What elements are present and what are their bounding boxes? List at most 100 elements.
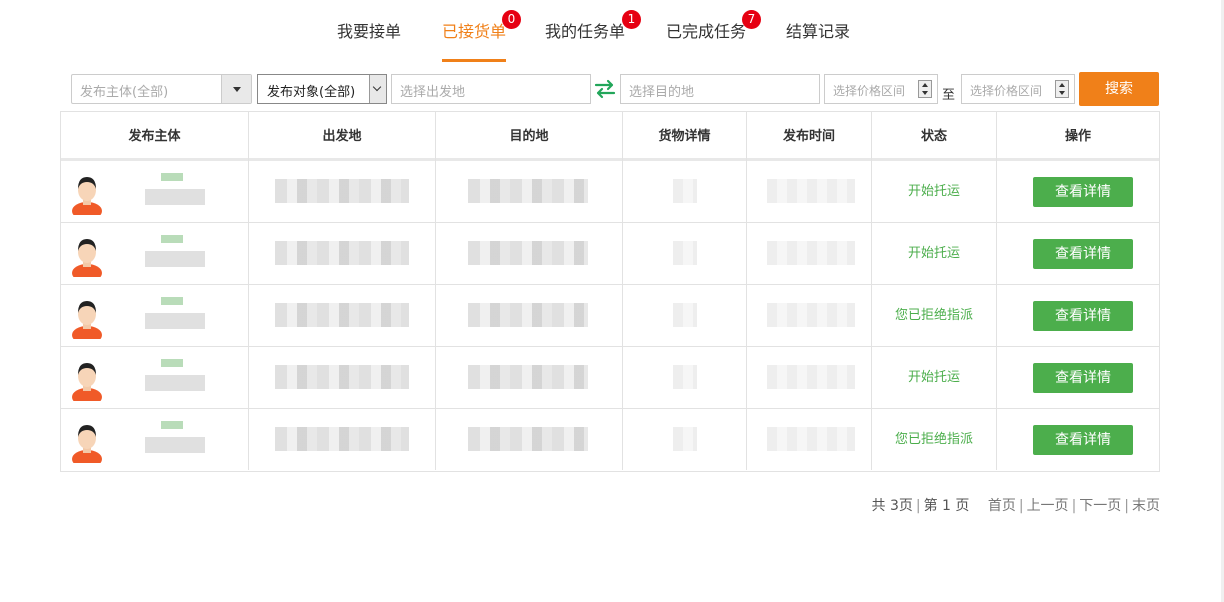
destination-input-placeholder: 选择目的地 (629, 85, 695, 100)
filter-bar: 发布主体(全部) 发布对象(全部) 选择出发地 选择目的地 选择价格区间 至 选… (0, 72, 1224, 108)
cell-action: 查看详情 (997, 223, 1159, 284)
redacted-destination (468, 365, 588, 389)
redacted-cargo (673, 241, 697, 265)
publisher-name-redacted (145, 235, 207, 271)
table-row: 您已拒绝指派 查看详情 (61, 285, 1159, 347)
price-range-separator: 至 (942, 88, 956, 103)
view-details-button[interactable]: 查看详情 (1033, 177, 1133, 207)
tab-accepted-orders[interactable]: 已接货单 (442, 18, 506, 42)
redacted-time (767, 365, 855, 389)
tab-settlement-records[interactable]: 结算记录 (786, 18, 850, 42)
redacted-origin (275, 427, 409, 451)
cell-destination (436, 161, 623, 222)
first-page-link[interactable]: 首页 (988, 498, 1016, 514)
avatar (71, 421, 103, 468)
cell-origin (249, 161, 436, 222)
publisher-select[interactable]: 发布主体(全部) (71, 74, 252, 104)
status-text: 您已拒绝指派 (872, 285, 997, 346)
redacted-destination (468, 179, 588, 203)
avatar (71, 297, 103, 344)
destination-input[interactable]: 选择目的地 (620, 74, 820, 104)
publisher-name-redacted (145, 421, 207, 457)
table-row: 开始托运 查看详情 (61, 223, 1159, 285)
cell-action: 查看详情 (997, 161, 1159, 222)
cell-time (747, 285, 872, 346)
view-details-button[interactable]: 查看详情 (1033, 239, 1133, 269)
cell-destination (436, 285, 623, 346)
redacted-destination (468, 303, 588, 327)
price-min-placeholder: 选择价格区间 (833, 84, 906, 98)
cell-origin (249, 347, 436, 408)
next-page-link[interactable]: 下一页 (1079, 498, 1121, 514)
view-details-button[interactable]: 查看详情 (1033, 301, 1133, 331)
view-details-button[interactable]: 查看详情 (1033, 425, 1133, 455)
cell-publisher (61, 409, 249, 470)
header-destination: 目的地 (436, 112, 623, 161)
cell-destination (436, 223, 623, 284)
redacted-time (767, 427, 855, 451)
origin-input-placeholder: 选择出发地 (400, 85, 466, 100)
tab-accept-orders[interactable]: 我要接单 (337, 18, 401, 42)
view-details-button[interactable]: 查看详情 (1033, 363, 1133, 393)
status-text: 您已拒绝指派 (872, 409, 997, 470)
avatar (71, 173, 103, 220)
tab-completed-tasks[interactable]: 已完成任务 (666, 18, 746, 42)
avatar (71, 359, 103, 406)
spinner-icon[interactable] (918, 80, 932, 98)
redacted-destination (468, 241, 588, 265)
header-cargo-details: 货物详情 (623, 112, 747, 161)
prev-page-link[interactable]: 上一页 (1027, 498, 1069, 514)
cell-publisher (61, 223, 249, 284)
cell-time (747, 409, 872, 470)
pagination: 共 3页 | 第 1 页 首页 | 上一页 | 下一页 | 末页 (871, 498, 1161, 514)
cell-time (747, 223, 872, 284)
chevron-down-icon[interactable] (369, 75, 386, 103)
chevron-down-icon[interactable] (221, 75, 251, 103)
spinner-icon[interactable] (1055, 80, 1069, 98)
last-page-link[interactable]: 末页 (1132, 498, 1160, 514)
active-tab-indicator (442, 59, 506, 62)
publisher-name-redacted (145, 359, 207, 395)
redacted-time (767, 241, 855, 265)
table-row: 开始托运 查看详情 (61, 161, 1159, 223)
status-text: 开始托运 (872, 223, 997, 284)
swap-arrows-icon[interactable] (593, 78, 617, 100)
price-max-input[interactable]: 选择价格区间 (961, 74, 1075, 104)
publisher-name-redacted (145, 173, 207, 209)
status-text: 开始托运 (872, 161, 997, 222)
table-row: 开始托运 查看详情 (61, 347, 1159, 409)
tab-completed-tasks-badge: 7 (742, 10, 761, 29)
table-header: 发布主体 出发地 目的地 货物详情 发布时间 状态 操作 (61, 112, 1159, 161)
tab-accepted-orders-badge: 0 (502, 10, 521, 29)
cell-destination (436, 347, 623, 408)
cell-destination (436, 409, 623, 470)
redacted-origin (275, 241, 409, 265)
header-action: 操作 (1064, 129, 1091, 144)
redacted-origin (275, 365, 409, 389)
cell-publisher (61, 161, 249, 222)
cell-time (747, 347, 872, 408)
total-pages: 共 3页 (871, 498, 913, 514)
target-select[interactable]: 发布对象(全部) (257, 74, 387, 104)
search-button[interactable]: 搜索 (1079, 72, 1159, 106)
tab-my-tasks-badge: 1 (622, 10, 641, 29)
cell-origin (249, 409, 436, 470)
redacted-time (767, 179, 855, 203)
tab-bar: 我要接单 已接货单 0 我的任务单 1 已完成任务 7 结算记录 (0, 0, 1224, 62)
redacted-cargo (673, 427, 697, 451)
price-max-placeholder: 选择价格区间 (970, 84, 1043, 98)
cell-cargo (623, 285, 747, 346)
cell-origin (249, 285, 436, 346)
avatar (71, 235, 103, 282)
tab-my-tasks[interactable]: 我的任务单 (545, 18, 625, 42)
table-row: 您已拒绝指派 查看详情 (61, 409, 1159, 471)
cell-cargo (623, 161, 747, 222)
orders-table: 发布主体 出发地 目的地 货物详情 发布时间 状态 操作 开始托运 查看详情 开始托… (60, 111, 1160, 472)
header-publish-time: 发布时间 (747, 112, 872, 161)
origin-input[interactable]: 选择出发地 (391, 74, 591, 104)
price-min-input[interactable]: 选择价格区间 (824, 74, 938, 104)
cell-time (747, 161, 872, 222)
cell-publisher (61, 347, 249, 408)
redacted-origin (275, 179, 409, 203)
cell-cargo (623, 409, 747, 470)
